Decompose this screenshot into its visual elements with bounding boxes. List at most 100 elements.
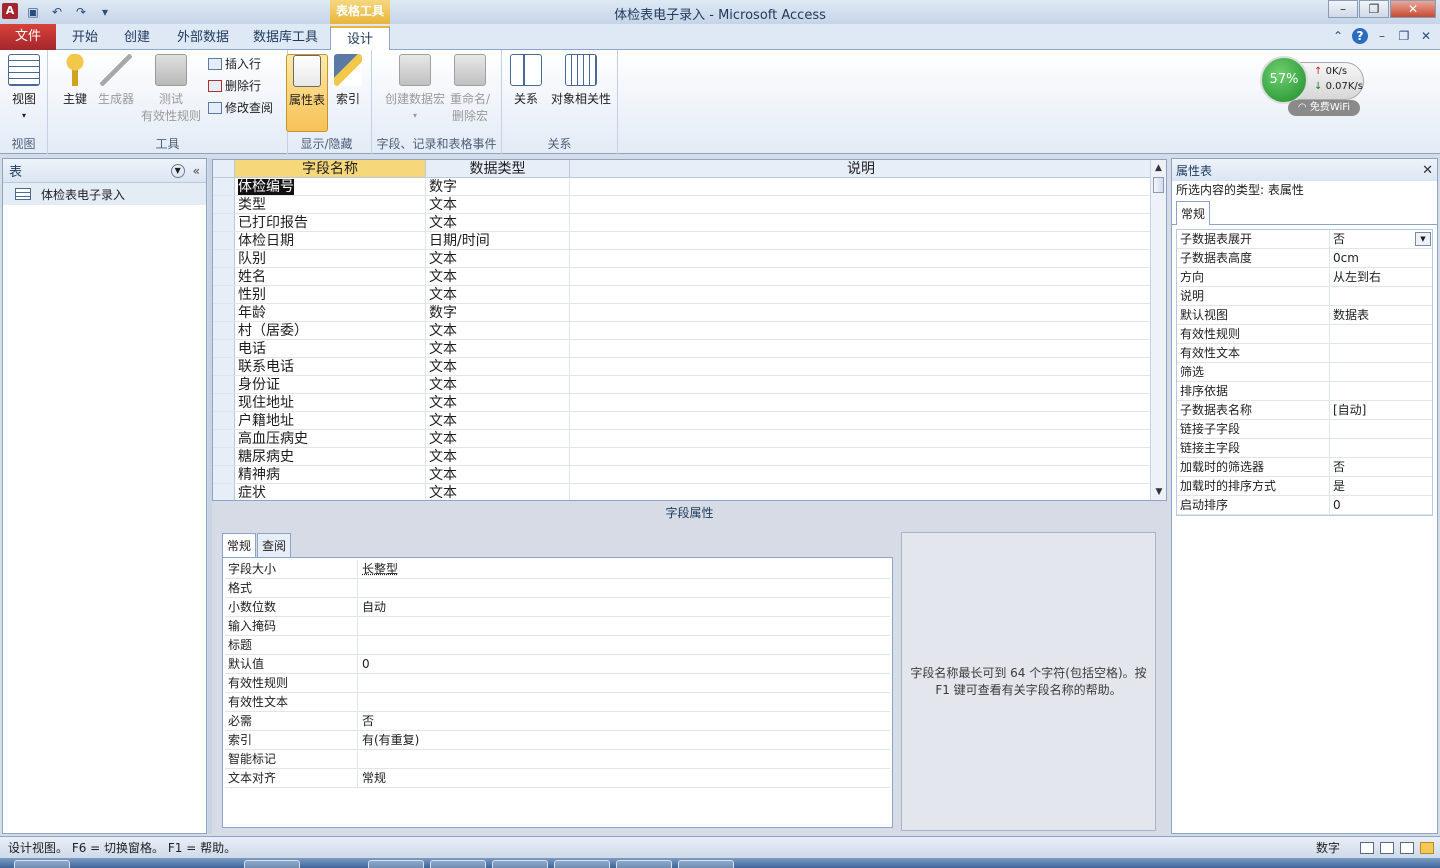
indexes-button[interactable]: 索引 bbox=[330, 54, 366, 107]
field-name-cell[interactable]: 高血压病史 bbox=[235, 430, 426, 447]
field-name-cell[interactable]: 队别 bbox=[235, 250, 426, 267]
description-cell[interactable] bbox=[570, 196, 1153, 213]
data-type-cell[interactable]: 文本 bbox=[426, 394, 570, 411]
table-row[interactable]: 现住地址 文本 bbox=[213, 394, 1153, 412]
property-value[interactable]: 0cm bbox=[1330, 249, 1432, 267]
data-type-cell[interactable]: 文本 bbox=[426, 214, 570, 231]
data-type-cell[interactable]: 文本 bbox=[426, 466, 570, 483]
create-data-macro-button[interactable]: 创建数据宏 ▾ bbox=[380, 54, 450, 121]
restore-icon[interactable]: ❐ bbox=[1359, 0, 1389, 18]
property-value[interactable] bbox=[1330, 439, 1432, 457]
tab-database-tools[interactable]: 数据库工具 bbox=[241, 26, 330, 50]
field-property-value[interactable] bbox=[358, 674, 890, 692]
description-cell[interactable] bbox=[570, 394, 1153, 411]
row-selector[interactable] bbox=[213, 250, 235, 267]
doc-minimize-icon[interactable]: – bbox=[1374, 28, 1390, 44]
relationships-button[interactable]: 关系 bbox=[502, 54, 550, 107]
field-name-cell[interactable]: 糖尿病史 bbox=[235, 448, 426, 465]
data-type-cell[interactable]: 文本 bbox=[426, 250, 570, 267]
row-selector[interactable] bbox=[213, 214, 235, 231]
save-icon[interactable]: ▣ bbox=[24, 3, 42, 21]
taskbar-app-6[interactable] bbox=[616, 860, 672, 868]
data-type-cell[interactable]: 数字 bbox=[426, 178, 570, 195]
description-cell[interactable] bbox=[570, 376, 1153, 393]
data-type-cell[interactable]: 日期/时间 bbox=[426, 232, 570, 249]
field-name-cell[interactable]: 姓名 bbox=[235, 268, 426, 285]
row-selector[interactable] bbox=[213, 340, 235, 357]
property-value[interactable]: 是 bbox=[1330, 477, 1432, 495]
property-value[interactable]: 0 bbox=[1330, 496, 1432, 514]
taskbar-app-1[interactable] bbox=[244, 860, 300, 868]
tab-create[interactable]: 创建 bbox=[112, 26, 162, 50]
description-cell[interactable] bbox=[570, 250, 1153, 267]
data-type-cell[interactable]: 文本 bbox=[426, 412, 570, 429]
property-value[interactable]: 数据表 bbox=[1330, 306, 1432, 324]
tab-home[interactable]: 开始 bbox=[60, 26, 110, 50]
table-row[interactable]: 姓名 文本 bbox=[213, 268, 1153, 286]
table-row[interactable]: 性别 文本 bbox=[213, 286, 1153, 304]
object-dependencies-button[interactable]: 对象相关性 bbox=[548, 54, 614, 107]
field-property-value[interactable]: 长整型 bbox=[358, 560, 890, 578]
table-row[interactable]: 类型 文本 bbox=[213, 196, 1153, 214]
field-name-cell[interactable]: 性别 bbox=[235, 286, 426, 303]
field-property-value[interactable] bbox=[358, 750, 890, 768]
field-property-value[interactable]: 常规 bbox=[358, 769, 890, 787]
property-value[interactable]: 否 bbox=[1330, 458, 1432, 476]
field-name-cell[interactable]: 症状 bbox=[235, 484, 426, 500]
field-name-cell[interactable]: 精神病 bbox=[235, 466, 426, 483]
row-selector[interactable] bbox=[213, 466, 235, 483]
property-value[interactable] bbox=[1330, 287, 1432, 305]
rename-delete-macro-button[interactable]: 重命名/删除宏 bbox=[442, 54, 498, 124]
free-wifi-button[interactable]: ◠ 免费WiFi bbox=[1288, 100, 1360, 116]
description-cell[interactable] bbox=[570, 322, 1153, 339]
pivot-table-view-icon[interactable] bbox=[1380, 842, 1394, 854]
table-row[interactable]: 联系电话 文本 bbox=[213, 358, 1153, 376]
row-selector[interactable] bbox=[213, 484, 235, 500]
field-name-cell[interactable]: 联系电话 bbox=[235, 358, 426, 375]
data-type-cell[interactable]: 文本 bbox=[426, 358, 570, 375]
row-selector[interactable] bbox=[213, 448, 235, 465]
data-type-cell[interactable]: 文本 bbox=[426, 484, 570, 500]
field-property-value[interactable] bbox=[358, 636, 890, 654]
tab-lookup[interactable]: 查阅 bbox=[257, 533, 292, 557]
scroll-down-icon[interactable]: ▼ bbox=[1151, 484, 1166, 500]
table-row[interactable]: 体检编号 数字 bbox=[213, 178, 1153, 196]
description-cell[interactable] bbox=[570, 178, 1153, 195]
taskbar-app-3[interactable] bbox=[430, 860, 486, 868]
table-row[interactable]: 户籍地址 文本 bbox=[213, 412, 1153, 430]
row-selector[interactable] bbox=[213, 376, 235, 393]
insert-rows-button[interactable]: 插入行 bbox=[208, 54, 261, 74]
property-value[interactable]: 从左到右 bbox=[1330, 268, 1432, 286]
field-property-value[interactable]: 自动 bbox=[358, 598, 890, 616]
description-cell[interactable] bbox=[570, 268, 1153, 285]
table-row[interactable]: 队别 文本 bbox=[213, 250, 1153, 268]
field-name-cell[interactable]: 户籍地址 bbox=[235, 412, 426, 429]
tab-file[interactable]: 文件 bbox=[0, 24, 56, 50]
row-selector[interactable] bbox=[213, 322, 235, 339]
row-selector[interactable] bbox=[213, 304, 235, 321]
description-cell[interactable] bbox=[570, 412, 1153, 429]
data-type-cell[interactable]: 文本 bbox=[426, 268, 570, 285]
taskbar-app-2[interactable] bbox=[368, 860, 424, 868]
description-cell[interactable] bbox=[570, 214, 1153, 231]
tab-external-data[interactable]: 外部数据 bbox=[165, 26, 241, 50]
collapse-pane-icon[interactable]: « bbox=[193, 164, 200, 178]
help-icon[interactable]: ? bbox=[1352, 28, 1368, 44]
navigation-pane-header[interactable]: 表 ▼ « bbox=[3, 159, 206, 183]
table-row[interactable]: 症状 文本 bbox=[213, 484, 1153, 500]
description-cell[interactable] bbox=[570, 448, 1153, 465]
datasheet-view-icon[interactable] bbox=[1360, 842, 1374, 854]
test-validation-rules-button[interactable]: 测试 有效性规则 bbox=[134, 54, 208, 124]
property-value[interactable] bbox=[1330, 325, 1432, 343]
access-app-icon[interactable]: A bbox=[2, 3, 18, 19]
table-row[interactable]: 糖尿病史 文本 bbox=[213, 448, 1153, 466]
tab-design[interactable]: 设计 bbox=[330, 26, 390, 51]
tab-general[interactable]: 常规 bbox=[222, 533, 257, 558]
row-selector[interactable] bbox=[213, 268, 235, 285]
customize-qat-icon[interactable]: ▾ bbox=[96, 3, 114, 21]
field-property-value[interactable]: 0 bbox=[358, 655, 890, 673]
description-cell[interactable] bbox=[570, 430, 1153, 447]
field-property-value[interactable] bbox=[358, 693, 890, 711]
row-selector[interactable] bbox=[213, 358, 235, 375]
row-selector[interactable] bbox=[213, 430, 235, 447]
